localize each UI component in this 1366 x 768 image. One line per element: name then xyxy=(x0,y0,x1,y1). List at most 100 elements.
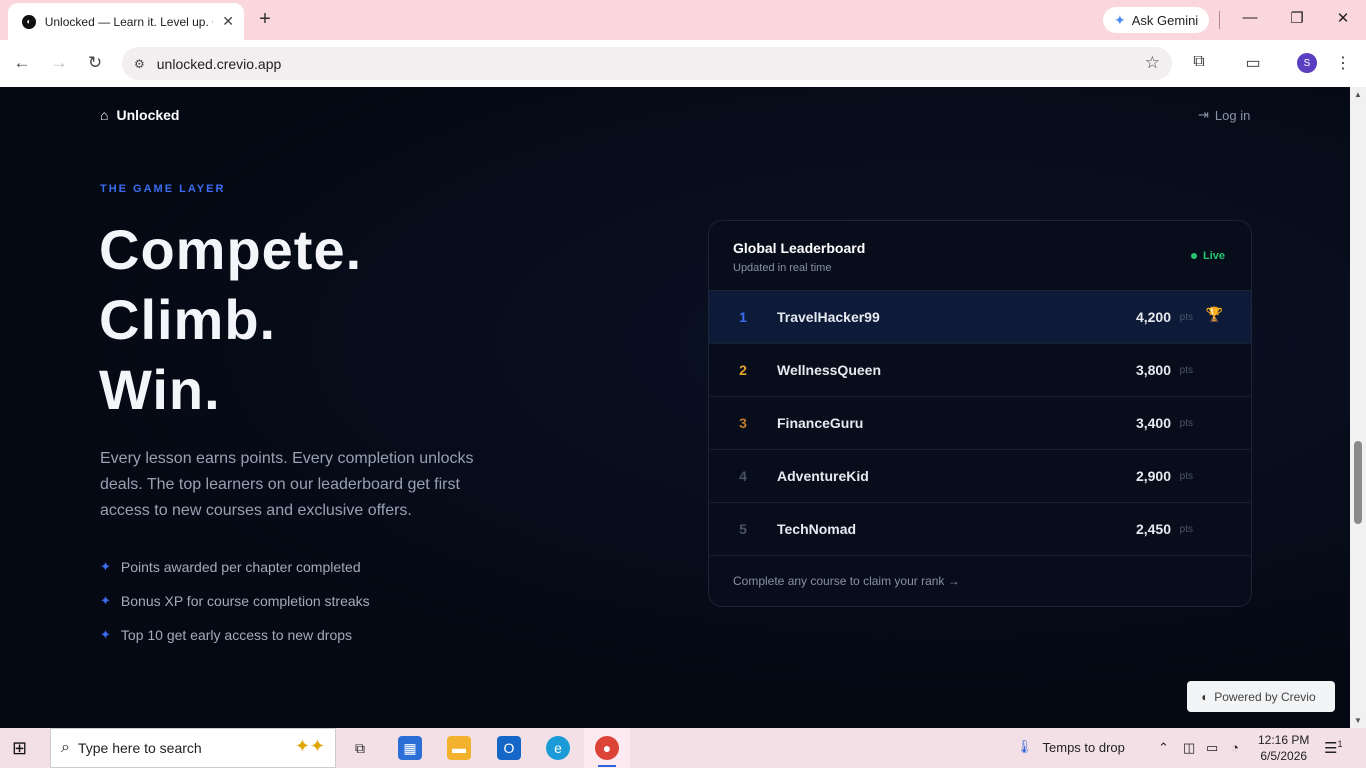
hero-description: Every lesson earns points. Every complet… xyxy=(100,450,474,519)
brand-logo[interactable]: ⌂ Unlocked xyxy=(100,107,179,123)
scroll-up-icon[interactable]: ▲ xyxy=(1354,90,1362,99)
web-page: ⌂ Unlocked ⇥ Log in THE GAME LAYER Compe… xyxy=(0,87,1350,728)
powered-by-label: Powered by Crevio xyxy=(1214,689,1316,704)
brand-name: Unlocked xyxy=(116,107,180,123)
clock-date: 6/5/2026 xyxy=(1260,749,1308,763)
leaderboard-title: Global Leaderboard xyxy=(733,240,866,256)
rank-number: 3 xyxy=(739,415,747,431)
leaderboard-header: Global Leaderboard Updated in real time … xyxy=(709,221,1251,291)
headline-line-climb: Climb. xyxy=(99,288,277,351)
menu-kebab-icon[interactable]: ⋮ xyxy=(1332,53,1354,73)
points-unit: pts xyxy=(1179,312,1193,323)
feature-text: Bonus XP for course completion streaks xyxy=(120,593,370,609)
edge-icon[interactable]: e xyxy=(546,736,570,760)
section-eyebrow: THE GAME LAYER xyxy=(100,183,226,195)
trophy-icon: 🏆 xyxy=(1205,306,1223,322)
player-name: FinanceGuru xyxy=(777,415,864,431)
device-icon[interactable]: ◫ xyxy=(1183,740,1195,756)
search-placeholder: Type here to search xyxy=(77,740,202,756)
task-view-icon[interactable]: ⧉ xyxy=(348,736,372,760)
restore-button[interactable]: ❐ xyxy=(1287,9,1307,27)
store-icon[interactable]: ▦ xyxy=(398,736,422,760)
bookmark-star-icon[interactable]: ☆ xyxy=(1145,53,1160,73)
search-icon: ⌕ xyxy=(61,739,70,756)
minimize-button[interactable]: — xyxy=(1240,9,1260,26)
forward-arrow-icon[interactable]: → xyxy=(49,53,69,73)
feature-item: ✦ Bonus XP for course completion streaks xyxy=(100,593,370,609)
tab-active[interactable]: ◐ Unlocked — Learn it. Level up. Get it.… xyxy=(8,3,244,40)
feature-item: ✦ Top 10 get early access to new drops xyxy=(100,627,352,643)
taskbar-clock[interactable]: 12:16 PM 6/5/2026 xyxy=(1258,732,1309,764)
points-unit: pts xyxy=(1179,471,1193,482)
live-badge: Live xyxy=(1190,250,1225,262)
rank-number: 1 xyxy=(739,309,747,325)
leaderboard-cta-link[interactable]: Complete any course to claim your rank → xyxy=(733,574,960,588)
live-dot-icon xyxy=(1190,253,1197,259)
address-bar[interactable]: ⚙ unlocked.crevio.app ☆ xyxy=(122,47,1172,80)
headline-line-win: Win. xyxy=(99,358,221,421)
login-link[interactable]: ⇥ Log in xyxy=(1198,107,1250,123)
crevio-logo-icon: ◖ xyxy=(1200,689,1208,704)
windows-taskbar: ⊞ ⌕ Type here to search ✦✦ ⧉ ▦ ▬ O e ● 🌡… xyxy=(0,728,1366,768)
windows-start-icon[interactable]: ⊞ xyxy=(12,738,27,759)
tab-search-icon[interactable]: ▭ xyxy=(1242,53,1264,73)
battery-icon[interactable]: ▭ xyxy=(1206,740,1218,756)
rank-number: 2 xyxy=(739,362,747,378)
reload-icon[interactable]: ↻ xyxy=(85,53,105,73)
chrome-icon[interactable]: ● xyxy=(595,736,619,760)
player-points: 3,400 xyxy=(1135,415,1171,431)
points-unit: pts xyxy=(1179,524,1193,535)
chevron-up-icon[interactable]: ⌃ xyxy=(1158,740,1169,756)
site-info-icon[interactable]: ⚙ xyxy=(134,57,145,71)
player-name: WellnessQueen xyxy=(777,362,882,378)
headline-line-compete: Compete. xyxy=(99,218,363,281)
player-name: AdventureKid xyxy=(777,468,869,484)
back-arrow-icon[interactable]: ← xyxy=(12,53,32,73)
live-label: Live xyxy=(1202,250,1225,262)
feature-text: Top 10 get early access to new drops xyxy=(120,627,353,643)
points-unit: pts xyxy=(1179,365,1193,376)
gemini-sparkle-icon: ✦ xyxy=(1114,11,1126,28)
browser-window: ◐ Unlocked — Learn it. Level up. Get it.… xyxy=(0,0,1366,87)
wifi-icon[interactable]: ◔ xyxy=(1231,740,1239,755)
file-explorer-icon[interactable]: ▬ xyxy=(447,736,471,760)
rank-number: 5 xyxy=(739,521,747,537)
tab-close-icon[interactable]: ✕ xyxy=(222,13,234,30)
close-window-button[interactable]: ✕ xyxy=(1333,9,1353,27)
feature-text: Points awarded per chapter completed xyxy=(120,559,361,575)
leaderboard-row: 1 TravelHacker99 4,200 pts 🏆 xyxy=(709,291,1251,344)
storefront-icon: ⌂ xyxy=(100,107,109,123)
leaderboard-card: Global Leaderboard Updated in real time … xyxy=(708,220,1252,607)
rank-number: 4 xyxy=(739,468,747,484)
ask-gemini-button[interactable]: ✦ Ask Gemini xyxy=(1103,7,1210,33)
sparkle-icon: ✦ xyxy=(100,627,111,642)
ask-gemini-label: Ask Gemini xyxy=(1131,12,1199,28)
player-points: 4,200 xyxy=(1135,309,1171,325)
profile-avatar[interactable]: S xyxy=(1297,53,1317,73)
weather-text: Temps to drop xyxy=(1042,739,1125,755)
tab-title: Unlocked — Learn it. Level up. Get it. xyxy=(44,14,214,29)
weather-widget[interactable]: 🌡 Temps to drop xyxy=(1016,739,1125,755)
extensions-icon[interactable]: ⧉ xyxy=(1188,53,1210,71)
page-scrollbar[interactable]: ▲ ▼ xyxy=(1350,87,1366,728)
powered-by-badge[interactable]: ◖ Powered by Crevio xyxy=(1187,681,1335,712)
active-app-indicator xyxy=(598,765,616,767)
hero-headline: Compete. Climb. Win. xyxy=(99,215,362,425)
url-text: unlocked.crevio.app xyxy=(156,55,282,72)
scrollbar-thumb[interactable] xyxy=(1354,441,1362,524)
leaderboard-row: 4 AdventureKid 2,900 pts xyxy=(709,450,1251,503)
new-tab-button[interactable]: + xyxy=(254,8,276,31)
player-points: 3,800 xyxy=(1135,362,1171,378)
copilot-sparkle-icon: ✦✦ xyxy=(294,736,325,756)
sparkle-icon: ✦ xyxy=(100,559,111,574)
notification-count: 1 xyxy=(1337,739,1343,749)
thermometer-icon: 🌡 xyxy=(1016,739,1033,754)
leaderboard-row: 5 TechNomad 2,450 pts xyxy=(709,503,1251,556)
points-unit: pts xyxy=(1179,418,1193,429)
notification-center-icon[interactable]: ☰1 xyxy=(1324,739,1342,757)
outlook-icon[interactable]: O xyxy=(497,736,521,760)
taskbar-search-box[interactable]: ⌕ Type here to search ✦✦ xyxy=(50,728,336,768)
sparkle-icon: ✦ xyxy=(100,593,111,608)
scroll-down-icon[interactable]: ▼ xyxy=(1354,716,1362,725)
tab-strip: ◐ Unlocked — Learn it. Level up. Get it.… xyxy=(0,0,1366,40)
